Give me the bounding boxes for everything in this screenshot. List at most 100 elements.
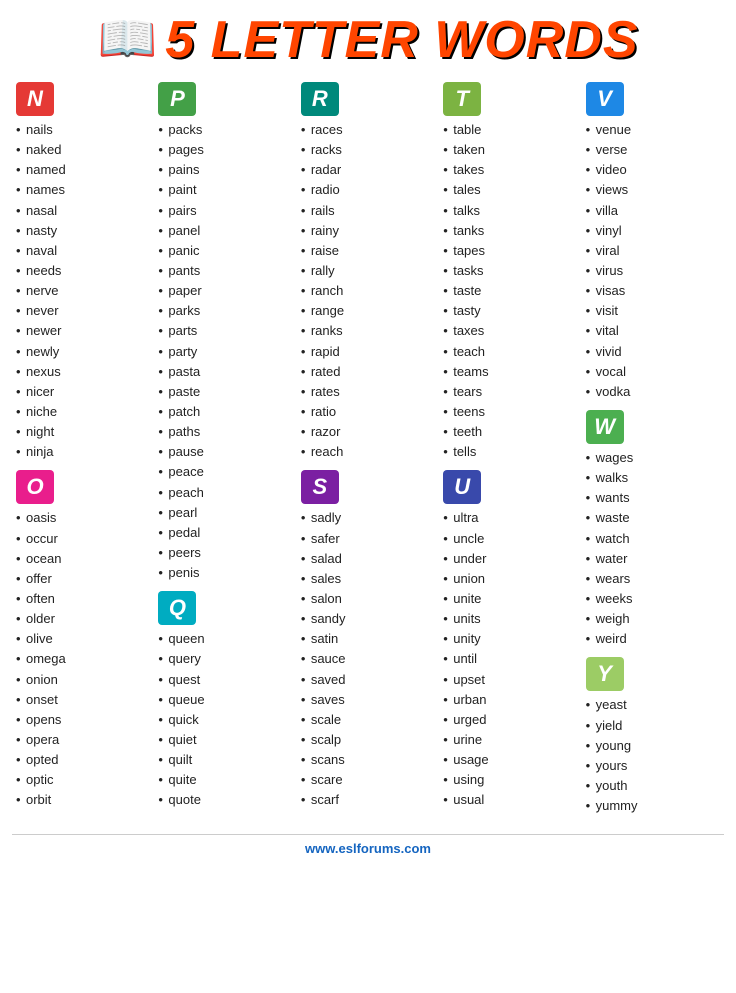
list-item: pause xyxy=(158,442,292,462)
list-item: rapid xyxy=(301,342,435,362)
section-N: Nnailsnakednamednamesnasalnastynavalneed… xyxy=(16,82,150,462)
letter-badge-T: T xyxy=(443,82,481,116)
list-item: verse xyxy=(586,140,720,160)
list-item: talks xyxy=(443,201,577,221)
list-item: onion xyxy=(16,670,150,690)
list-item: weird xyxy=(586,629,720,649)
list-item: nasty xyxy=(16,221,150,241)
letter-badge-W: W xyxy=(586,410,624,444)
letter-badge-R: R xyxy=(301,82,339,116)
list-item: range xyxy=(301,301,435,321)
list-item: older xyxy=(16,609,150,629)
list-item: paths xyxy=(158,422,292,442)
list-item: orbit xyxy=(16,790,150,810)
list-item: teams xyxy=(443,362,577,382)
letter-badge-P: P xyxy=(158,82,196,116)
list-item: onset xyxy=(16,690,150,710)
list-item: taxes xyxy=(443,321,577,341)
list-item: teeth xyxy=(443,422,577,442)
list-item: scarf xyxy=(301,790,435,810)
list-item: pages xyxy=(158,140,292,160)
list-item: usage xyxy=(443,750,577,770)
list-item: naked xyxy=(16,140,150,160)
word-list-O: oasisoccuroceanofferoftenolderoliveomega… xyxy=(16,508,150,810)
list-item: scale xyxy=(301,710,435,730)
list-item: naval xyxy=(16,241,150,261)
list-item: named xyxy=(16,160,150,180)
section-R: Rracesracksradarradiorailsrainyraiserall… xyxy=(301,82,435,462)
list-item: sauce xyxy=(301,649,435,669)
list-item: teens xyxy=(443,402,577,422)
page-title: 5 LETTER WORDS xyxy=(165,10,638,70)
list-item: ranch xyxy=(301,281,435,301)
page-wrapper: 📖 5 LETTER WORDS Nnailsnakednamednamesna… xyxy=(0,0,736,876)
list-item: tears xyxy=(443,382,577,402)
list-item: paste xyxy=(158,382,292,402)
list-item: pasta xyxy=(158,362,292,382)
list-item: vodka xyxy=(586,382,720,402)
list-item: under xyxy=(443,549,577,569)
list-item: satin xyxy=(301,629,435,649)
list-item: radio xyxy=(301,180,435,200)
list-item: names xyxy=(16,180,150,200)
list-item: nasal xyxy=(16,201,150,221)
list-item: weeks xyxy=(586,589,720,609)
list-item: omega xyxy=(16,649,150,669)
list-item: sadly xyxy=(301,508,435,528)
list-item: patch xyxy=(158,402,292,422)
list-item: tasty xyxy=(443,301,577,321)
list-item: safer xyxy=(301,529,435,549)
list-item: salon xyxy=(301,589,435,609)
header-icon: 📖 xyxy=(97,16,157,64)
list-item: taste xyxy=(443,281,577,301)
list-item: pairs xyxy=(158,201,292,221)
word-list-R: racesracksradarradiorailsrainyraiserally… xyxy=(301,120,435,462)
column-0: Nnailsnakednamednamesnasalnastynavalneed… xyxy=(12,82,154,824)
list-item: quite xyxy=(158,770,292,790)
list-item: ratio xyxy=(301,402,435,422)
list-item: rails xyxy=(301,201,435,221)
letter-badge-V: V xyxy=(586,82,624,116)
list-item: uncle xyxy=(443,529,577,549)
list-item: often xyxy=(16,589,150,609)
column-2: Rracesracksradarradiorailsrainyraiserall… xyxy=(297,82,439,824)
list-item: tales xyxy=(443,180,577,200)
word-list-V: venueversevideoviewsvillavinylviralvirus… xyxy=(586,120,720,402)
list-item: sales xyxy=(301,569,435,589)
list-item: ninja xyxy=(16,442,150,462)
list-item: nerve xyxy=(16,281,150,301)
list-item: urine xyxy=(443,730,577,750)
list-item: occur xyxy=(16,529,150,549)
list-item: teach xyxy=(443,342,577,362)
list-item: rated xyxy=(301,362,435,382)
column-3: Ttabletakentakestalestalkstankstapestask… xyxy=(439,82,581,824)
list-item: virus xyxy=(586,261,720,281)
list-item: units xyxy=(443,609,577,629)
list-item: table xyxy=(443,120,577,140)
list-item: newer xyxy=(16,321,150,341)
list-item: villa xyxy=(586,201,720,221)
list-item: quilt xyxy=(158,750,292,770)
list-item: upset xyxy=(443,670,577,690)
list-item: youth xyxy=(586,776,720,796)
list-item: ocean xyxy=(16,549,150,569)
list-item: unity xyxy=(443,629,577,649)
list-item: queen xyxy=(158,629,292,649)
list-item: quote xyxy=(158,790,292,810)
list-item: scare xyxy=(301,770,435,790)
list-item: wears xyxy=(586,569,720,589)
list-item: ultra xyxy=(443,508,577,528)
word-list-T: tabletakentakestalestalkstankstapestasks… xyxy=(443,120,577,462)
list-item: union xyxy=(443,569,577,589)
list-item: taken xyxy=(443,140,577,160)
list-item: video xyxy=(586,160,720,180)
list-item: peers xyxy=(158,543,292,563)
letter-badge-U: U xyxy=(443,470,481,504)
list-item: parks xyxy=(158,301,292,321)
list-item: yeast xyxy=(586,695,720,715)
list-item: yours xyxy=(586,756,720,776)
list-item: offer xyxy=(16,569,150,589)
list-item: quiet xyxy=(158,730,292,750)
list-item: penis xyxy=(158,563,292,583)
list-item: opted xyxy=(16,750,150,770)
